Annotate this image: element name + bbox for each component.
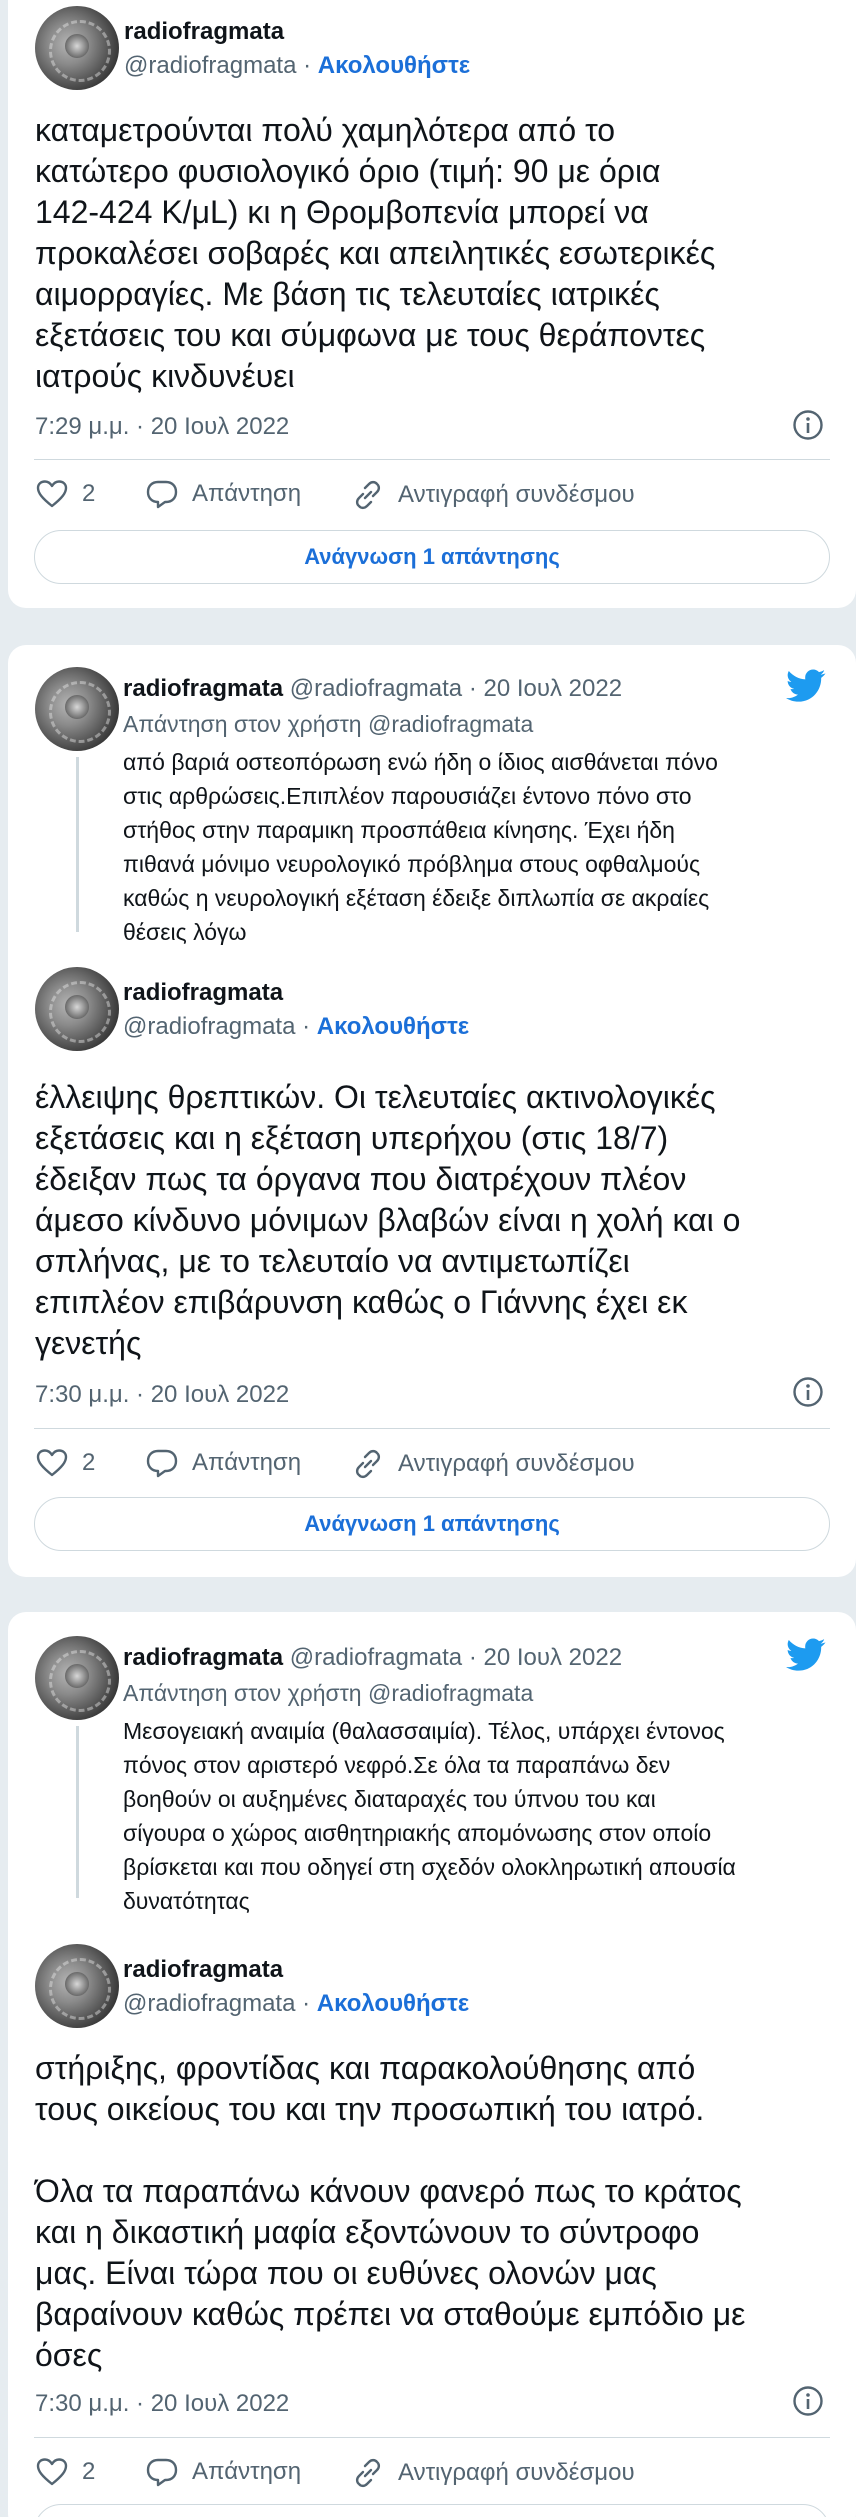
like-button[interactable]: 2	[36, 1449, 95, 1477]
copy-link-button[interactable]: Αντιγραφή συνδέσμου	[352, 1448, 635, 1480]
user-handle[interactable]: @radiofragmata	[124, 52, 296, 79]
divider	[34, 2437, 830, 2438]
separator: ·	[295, 1013, 317, 1040]
heart-icon	[36, 2458, 68, 2486]
twitter-bird-icon[interactable]	[786, 669, 826, 703]
user-name[interactable]: radiofragmata	[123, 1956, 283, 1984]
reply-label: Απάντηση	[192, 1449, 302, 1476]
user-handle-line: @radiofragmata · Ακολουθήστε	[123, 1013, 469, 1041]
follow-button[interactable]: Ακολουθήστε	[317, 1013, 469, 1040]
separator: ·	[295, 1990, 317, 2017]
tweet-text: στήριξης, φροντίδας και παρακολούθησης α…	[35, 2050, 746, 2373]
reply-bubble-icon	[146, 2458, 178, 2487]
reply-label: Απάντηση	[192, 2458, 302, 2485]
link-icon	[355, 2458, 381, 2488]
tweet-timestamp[interactable]: 7:30 μ.μ. · 20 Ιουλ 2022	[35, 2390, 289, 2418]
copy-link-label: Αντιγραφή συνδέσμου	[398, 1450, 635, 1477]
copy-link-button[interactable]: Αντιγραφή συνδέσμου	[352, 2457, 635, 2489]
tweet-card-1: radiofragmata @radiofragmata · Ακολουθήσ…	[8, 0, 856, 608]
user-handle-line: @radiofragmata · Ακολουθήστε	[123, 1990, 469, 2018]
separator: ·	[296, 52, 318, 79]
reply-text: Μεσογειακή αναιμία (θαλασσαιμία). Τέλος,…	[123, 1718, 736, 1914]
tweet-text: έλλειψης θρεπτικών. Οι τελευταίες ακτινο…	[35, 1079, 741, 1361]
link-icon	[355, 1449, 381, 1479]
avatar[interactable]	[35, 1944, 119, 2028]
like-count: 2	[82, 1449, 96, 1476]
like-button[interactable]: 2	[36, 480, 95, 508]
info-icon[interactable]	[792, 2385, 824, 2417]
reply-to-line[interactable]: Απάντηση στον χρήστη @radiofragmata	[123, 711, 533, 738]
copy-link-button[interactable]: Αντιγραφή συνδέσμου	[352, 479, 635, 511]
avatar[interactable]	[35, 667, 119, 751]
info-icon[interactable]	[792, 409, 824, 441]
reply-header: radiofragmata @radiofragmata · 20 Ιουλ 2…	[123, 675, 622, 703]
read-replies-button[interactable]: Ανάγνωση 1 απάντησης	[34, 530, 830, 584]
reply-bubble-icon	[146, 1449, 178, 1478]
user-handle[interactable]: @radiofragmata	[123, 1990, 295, 2017]
like-count: 2	[82, 480, 96, 507]
user-handle[interactable]: @radiofragmata	[123, 1013, 295, 1040]
reply-to-line[interactable]: Απάντηση στον χρήστη @radiofragmata	[123, 1680, 533, 1707]
heart-icon	[36, 1449, 68, 1477]
reply-meta[interactable]: @radiofragmata · 20 Ιουλ 2022	[283, 1644, 622, 1671]
avatar[interactable]	[35, 1636, 119, 1720]
user-name[interactable]: radiofragmata	[123, 979, 283, 1007]
tweet-timestamp[interactable]: 7:30 μ.μ. · 20 Ιουλ 2022	[35, 1381, 289, 1409]
tweet-timestamp[interactable]: 7:29 μ.μ. · 20 Ιουλ 2022	[35, 413, 289, 441]
reply-user-name[interactable]: radiofragmata	[123, 675, 283, 702]
reply-button[interactable]: Απάντηση	[146, 2457, 301, 2487]
copy-link-label: Αντιγραφή συνδέσμου	[398, 481, 635, 508]
reply-bubble-icon	[146, 480, 178, 509]
divider	[34, 1428, 830, 1429]
info-icon[interactable]	[792, 1376, 824, 1408]
read-replies-button[interactable]	[34, 2504, 830, 2517]
link-icon	[355, 480, 381, 510]
divider	[34, 459, 830, 460]
reply-user-name[interactable]: radiofragmata	[123, 1644, 283, 1671]
tweet-text: καταμετρούνται πολύ χαμηλότερα από το κα…	[35, 112, 716, 394]
thread-line	[76, 1726, 79, 1898]
copy-link-label: Αντιγραφή συνδέσμου	[398, 2459, 635, 2486]
user-handle-line: @radiofragmata · Ακολουθήστε	[124, 52, 470, 80]
user-name[interactable]: radiofragmata	[124, 18, 284, 46]
like-count: 2	[82, 2458, 96, 2485]
tweet-card-2: radiofragmata @radiofragmata · 20 Ιουλ 2…	[8, 645, 856, 1577]
heart-icon	[36, 480, 68, 508]
follow-button[interactable]: Ακολουθήστε	[318, 52, 470, 79]
reply-text: από βαριά οστεοπόρωση ενώ ήδη ο ίδιος αι…	[123, 749, 718, 945]
avatar[interactable]	[35, 6, 119, 90]
reply-button[interactable]: Απάντηση	[146, 479, 301, 509]
tweet-card-3: radiofragmata @radiofragmata · 20 Ιουλ 2…	[8, 1612, 856, 2517]
reply-button[interactable]: Απάντηση	[146, 1448, 301, 1478]
like-button[interactable]: 2	[36, 2458, 95, 2486]
read-replies-button[interactable]: Ανάγνωση 1 απάντησης	[34, 1497, 830, 1551]
reply-label: Απάντηση	[192, 480, 302, 507]
thread-line	[76, 757, 79, 932]
avatar[interactable]	[35, 967, 119, 1051]
reply-meta[interactable]: @radiofragmata · 20 Ιουλ 2022	[283, 675, 622, 702]
twitter-bird-icon[interactable]	[786, 1638, 826, 1672]
follow-button[interactable]: Ακολουθήστε	[317, 1990, 469, 2017]
reply-header: radiofragmata @radiofragmata · 20 Ιουλ 2…	[123, 1644, 622, 1672]
